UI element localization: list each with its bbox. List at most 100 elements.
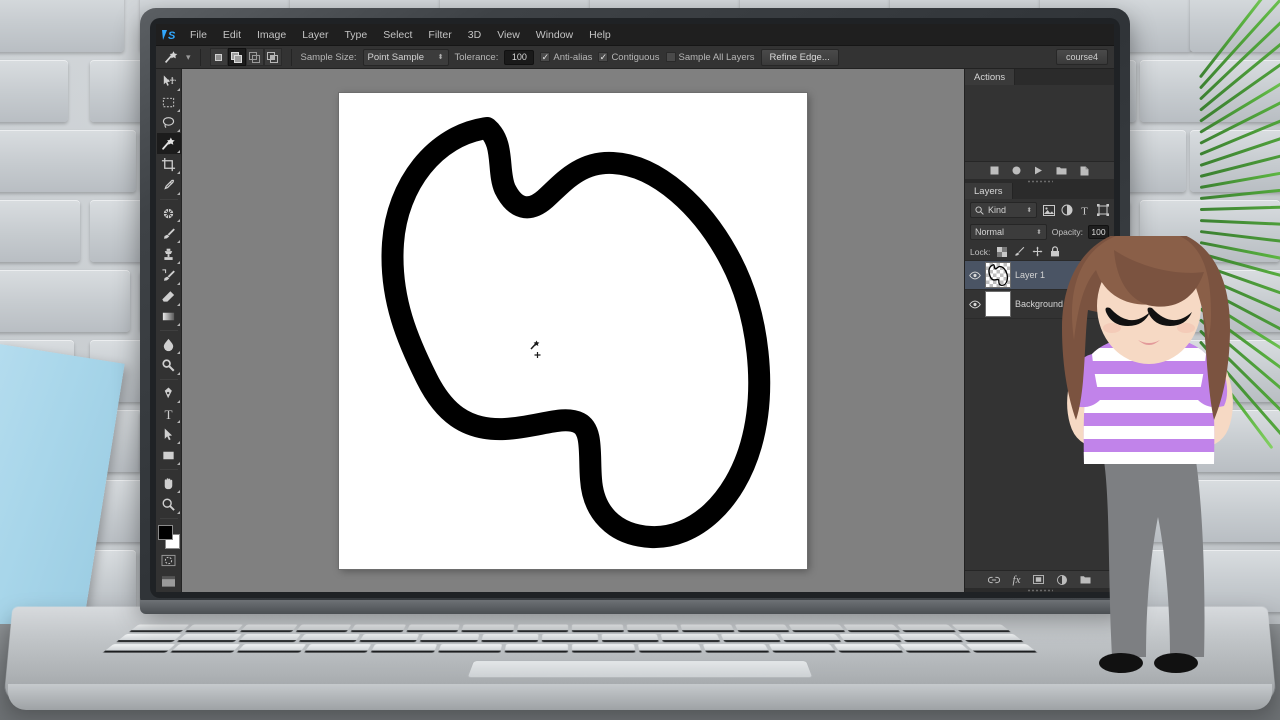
filter-shape-icon[interactable] <box>1096 204 1109 217</box>
filter-pixel-icon[interactable] <box>1042 204 1055 217</box>
gradient-tool-button[interactable] <box>157 307 181 328</box>
intersect-with-selection-button[interactable] <box>263 48 282 66</box>
magic-wand-cursor <box>529 339 549 361</box>
tool-preset-chevron-icon[interactable]: ▾ <box>186 52 191 63</box>
quick-mask-mode-button[interactable] <box>157 550 181 571</box>
selection-mode-group <box>209 48 282 66</box>
zoom-tool-button[interactable] <box>157 494 181 515</box>
svg-text:S: S <box>168 30 176 42</box>
new-selection-button[interactable] <box>209 48 228 66</box>
layer-kind-chevron-icon: ⬍ <box>1026 207 1032 214</box>
options-separator-2 <box>290 48 292 66</box>
laptop-screen: S File Edit Image Layer Type Select Filt… <box>156 24 1114 592</box>
anti-alias-option[interactable]: ✓ Anti-alias <box>540 52 592 63</box>
clone-stamp-tool-button[interactable] <box>157 244 181 265</box>
menu-item-filter[interactable]: Filter <box>420 24 459 46</box>
sample-size-value: Point Sample <box>367 51 425 63</box>
layer-kind-label: Kind <box>988 205 1007 215</box>
document-canvas[interactable] <box>339 93 807 569</box>
search-icon <box>975 205 984 215</box>
sample-all-layers-label: Sample All Layers <box>678 51 755 63</box>
sample-size-select[interactable]: Point Sample ⬍ <box>362 48 449 66</box>
link-layers-button[interactable] <box>987 576 1000 584</box>
laptop-trackpad <box>466 660 814 678</box>
menu-item-help[interactable]: Help <box>581 24 619 46</box>
photoshop-window: S File Edit Image Layer Type Select Filt… <box>156 24 1114 592</box>
actions-panel-body[interactable] <box>965 85 1114 161</box>
laptop-hinge <box>140 600 1130 614</box>
tolerance-input[interactable]: 100 <box>504 49 535 65</box>
tolerance-label: Tolerance: <box>454 51 499 63</box>
menu-bar: S File Edit Image Layer Type Select Filt… <box>156 24 1114 46</box>
layer-filter-row: Kind ⬍ T <box>965 199 1114 221</box>
actions-panel-tabs: Actions <box>965 69 1114 85</box>
layer-thumbnail[interactable] <box>985 262 1011 288</box>
menu-item-edit[interactable]: Edit <box>215 24 249 46</box>
contiguous-option[interactable]: ✓ Contiguous <box>598 51 660 63</box>
canvas-area[interactable] <box>182 69 964 592</box>
horizontal-type-tool-button[interactable]: T <box>157 404 181 425</box>
move-tool-button[interactable] <box>157 71 181 92</box>
sample-all-layers-option[interactable]: ✓ Sample All Layers <box>665 51 755 63</box>
history-brush-tool-button[interactable] <box>157 265 181 286</box>
filter-adjustment-icon[interactable] <box>1060 204 1073 217</box>
menu-item-layer[interactable]: Layer <box>294 24 336 46</box>
lock-label: Lock: <box>970 246 991 257</box>
new-set-button[interactable] <box>1056 166 1067 175</box>
menu-item-image[interactable]: Image <box>249 24 294 46</box>
crop-tool-button[interactable] <box>157 154 181 175</box>
tab-layers[interactable]: Layers <box>965 183 1013 199</box>
hand-tool-button[interactable] <box>157 473 181 494</box>
pen-tool-button[interactable] <box>157 383 181 404</box>
lasso-tool-button[interactable] <box>157 113 181 134</box>
path-selection-tool-button[interactable] <box>157 424 181 445</box>
brush-tool-button[interactable] <box>157 223 181 244</box>
add-to-selection-button[interactable] <box>227 48 246 66</box>
layer-kind-select[interactable]: Kind ⬍ <box>970 202 1037 218</box>
play-button[interactable] <box>1034 166 1043 175</box>
menu-item-view[interactable]: View <box>489 24 528 46</box>
options-bar: ▾ Sample Size: Point Sample ⬍ Tolerance:… <box>156 46 1114 69</box>
anti-alias-checkbox[interactable]: ✓ <box>540 52 551 62</box>
foreground-color-swatch[interactable] <box>157 524 173 540</box>
screen-mode-button[interactable] <box>157 571 181 592</box>
layer-visibility-toggle[interactable] <box>968 271 981 280</box>
filter-type-icon[interactable]: T <box>1078 204 1091 217</box>
tab-actions[interactable]: Actions <box>965 69 1016 85</box>
rectangular-marquee-tool-button[interactable] <box>157 92 181 113</box>
rectangle-shape-tool-button[interactable] <box>157 445 181 466</box>
color-swatches[interactable] <box>157 524 181 551</box>
layer-visibility-toggle-2[interactable] <box>968 300 981 309</box>
blend-mode-value: Normal <box>975 227 1005 237</box>
magic-wand-icon[interactable] <box>162 48 180 66</box>
blob-artwork <box>381 117 771 549</box>
blend-mode-chevron-icon: ⬍ <box>1036 229 1042 236</box>
sample-size-chevron-icon: ⬍ <box>437 54 444 61</box>
layer-thumbnail-2[interactable] <box>985 291 1011 317</box>
eraser-tool-button[interactable] <box>157 286 181 307</box>
new-action-button[interactable] <box>1080 166 1089 176</box>
lock-transparent-pixels-icon[interactable] <box>997 246 1008 257</box>
stop-button[interactable] <box>990 166 999 175</box>
sample-all-layers-checkbox[interactable]: ✓ <box>665 52 676 62</box>
dodge-tool-button[interactable] <box>157 355 181 376</box>
contiguous-checkbox[interactable]: ✓ <box>598 52 609 62</box>
eyedropper-tool-button[interactable] <box>157 175 181 196</box>
photoshop-logo-icon: S <box>156 24 182 46</box>
workspace: T Actions Layers Kind ⬍ T Normal ⬍ Opaci… <box>156 69 1114 592</box>
record-button[interactable] <box>1012 166 1021 175</box>
menu-item-file[interactable]: File <box>182 24 215 46</box>
menu-item-type[interactable]: Type <box>336 24 375 46</box>
contiguous-label: Contiguous <box>611 51 660 63</box>
workspace-switcher[interactable]: course4 <box>1055 49 1108 65</box>
spot-healing-brush-tool-button[interactable] <box>157 203 181 224</box>
blur-tool-button[interactable] <box>157 334 181 355</box>
laptop-keyboard <box>100 624 1040 655</box>
menu-item-window[interactable]: Window <box>528 24 581 46</box>
tools-panel: T <box>156 69 182 592</box>
menu-item-select[interactable]: Select <box>375 24 420 46</box>
magic-wand-tool-button[interactable] <box>156 133 181 155</box>
subtract-from-selection-button[interactable] <box>245 48 264 66</box>
refine-edge-button[interactable]: Refine Edge... <box>760 48 839 66</box>
menu-item-3d[interactable]: 3D <box>460 24 489 46</box>
